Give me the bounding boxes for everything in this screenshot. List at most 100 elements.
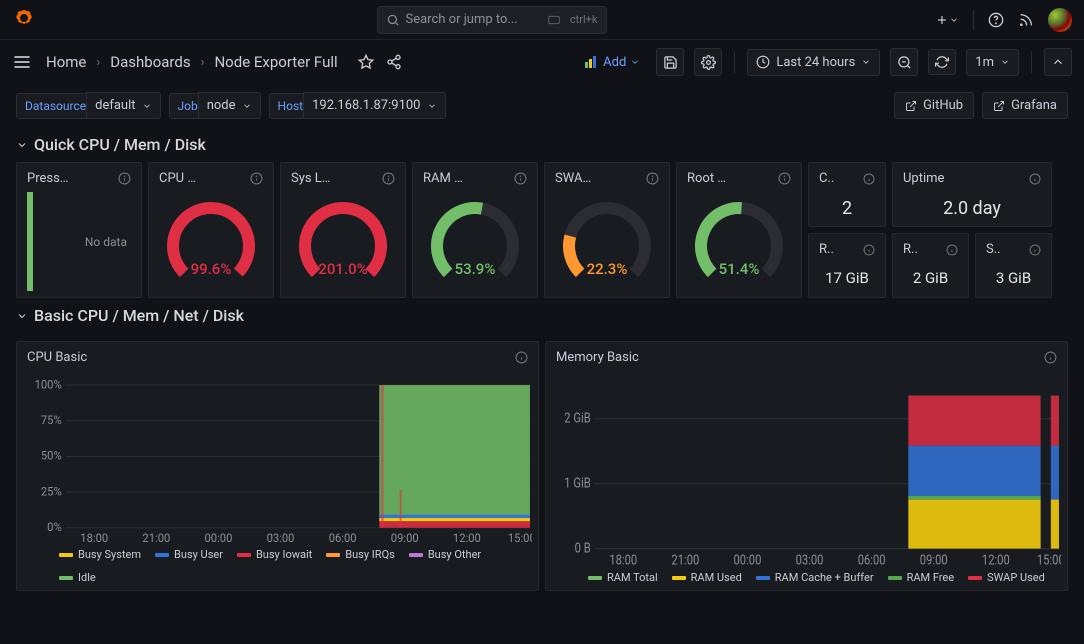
user-avatar[interactable] [1048, 8, 1072, 32]
info-icon [514, 172, 527, 185]
breadcrumb-dashboards[interactable]: Dashboards [110, 53, 190, 71]
legend-item[interactable]: SWAP Used [968, 571, 1045, 584]
refresh-interval-picker[interactable]: 1m [966, 49, 1019, 76]
zoom-out-button[interactable] [890, 48, 918, 76]
no-data-label: No data [85, 235, 135, 249]
external-link-icon [905, 100, 917, 112]
svg-text:0 B: 0 B [575, 541, 591, 556]
kiosk-button[interactable] [1044, 48, 1072, 76]
chevron-right-icon: › [201, 55, 205, 70]
svg-text:09:00: 09:00 [920, 554, 948, 567]
panel-memory-basic[interactable]: Memory Basic 0 B1 GiB2 GiB 18:0021:0000:… [545, 341, 1068, 591]
github-link[interactable]: GitHub [894, 92, 974, 119]
svg-text:09:00: 09:00 [391, 531, 419, 544]
info-icon [946, 244, 958, 256]
breadcrumb-bar: Home › Dashboards › Node Exporter Full A… [0, 40, 1084, 84]
chevron-right-icon: › [96, 55, 100, 70]
chevron-down-icon [16, 139, 28, 151]
chevron-down-icon [861, 57, 871, 67]
legend-item[interactable]: RAM Cache + Buffer [756, 571, 874, 584]
panel-ram-total[interactable]: R.. 17 GiB [808, 233, 886, 298]
star-button[interactable] [358, 54, 374, 70]
info-icon [1029, 173, 1041, 185]
svg-text:1 GiB: 1 GiB [564, 476, 591, 491]
grafana-logo[interactable] [12, 8, 36, 32]
panel-sys-load[interactable]: Sys L… 201.0% [280, 162, 406, 298]
legend-item[interactable]: Idle [59, 571, 96, 584]
svg-text:21:00: 21:00 [671, 554, 699, 567]
panel-swap-total[interactable]: S.. 3 GiB [975, 233, 1052, 298]
chart-cpu-basic: 0%25%50%75%100% 18:0021:0000:0003:0006:0… [23, 371, 532, 544]
bars-icon [585, 56, 599, 68]
legend-item[interactable]: RAM Used [672, 571, 742, 584]
template-variables-row: Datasource default Job node Host 192.168… [0, 84, 1084, 127]
breadcrumb-current[interactable]: Node Exporter Full [214, 53, 337, 71]
svg-text:22.3%: 22.3% [587, 260, 628, 278]
var-datasource-label: Datasource [16, 93, 95, 119]
svg-text:00:00: 00:00 [205, 531, 233, 544]
svg-text:100%: 100% [35, 377, 62, 391]
grafana-link[interactable]: Grafana [982, 92, 1068, 119]
save-button[interactable] [656, 48, 684, 76]
add-menu-button[interactable] [935, 13, 959, 27]
refresh-button[interactable] [928, 49, 956, 75]
svg-text:00:00: 00:00 [734, 554, 762, 567]
gauge-panels-row: Press… No data CPU … 99.6% Sys L… 201.0%… [0, 162, 1084, 298]
panel-cpu-cores[interactable]: C.. 2 [808, 162, 886, 227]
svg-text:0%: 0% [47, 520, 61, 534]
legend-item[interactable]: Busy System [59, 548, 141, 561]
info-icon [863, 244, 875, 256]
svg-text:12:00: 12:00 [982, 554, 1010, 567]
svg-text:75%: 75% [41, 413, 62, 427]
panel-cpu-busy[interactable]: CPU … 99.6% [148, 162, 274, 298]
add-panel-button[interactable]: Add [579, 51, 646, 74]
info-icon [646, 172, 659, 185]
svg-text:15:00: 15:00 [1037, 554, 1061, 567]
var-datasource-select[interactable]: default [86, 92, 160, 119]
svg-text:06:00: 06:00 [858, 554, 886, 567]
var-job-select[interactable]: node [198, 92, 261, 119]
info-icon [515, 351, 528, 364]
svg-text:12:00: 12:00 [453, 531, 481, 544]
legend-item[interactable]: Busy Other [409, 548, 481, 561]
panel-swap-used[interactable]: SWA… 22.3% [544, 162, 670, 298]
panel-ram-used[interactable]: RAM … 53.9% [412, 162, 538, 298]
row-basic-cpu[interactable]: Basic CPU / Mem / Net / Disk [0, 298, 1084, 333]
row-quick-cpu[interactable]: Quick CPU / Mem / Disk [0, 127, 1084, 162]
info-icon [118, 172, 131, 185]
svg-text:18:00: 18:00 [609, 554, 637, 567]
topbar: Search or jump to... ctrl+k [0, 0, 1084, 40]
search-icon [386, 13, 400, 27]
legend-item[interactable]: Busy User [155, 548, 223, 561]
breadcrumb-home[interactable]: Home [46, 53, 86, 71]
legend-item[interactable]: Busy Iowait [237, 548, 312, 561]
var-host-select[interactable]: 192.168.1.87:9100 [303, 92, 445, 119]
svg-text:50%: 50% [41, 448, 62, 462]
svg-text:25%: 25% [41, 484, 62, 498]
time-range-picker[interactable]: Last 24 hours [747, 49, 880, 76]
svg-text:53.9%: 53.9% [455, 260, 496, 278]
panel-root-total[interactable]: R.. 2 GiB [892, 233, 969, 298]
panel-pressure[interactable]: Press… No data [16, 162, 142, 298]
help-button[interactable] [988, 12, 1004, 28]
share-button[interactable] [386, 54, 402, 70]
legend-item[interactable]: Busy IRQs [326, 548, 395, 561]
legend-memory-basic: RAM Total RAM Used RAM Cache + Buffer RAM F… [552, 567, 1061, 586]
svg-text:51.4%: 51.4% [719, 260, 760, 278]
info-icon [1044, 351, 1057, 364]
legend-item[interactable]: RAM Free [888, 571, 955, 584]
settings-button[interactable] [694, 48, 722, 76]
panel-cpu-basic[interactable]: CPU Basic 0%25%50%75%100% 18:0021:0000:0… [16, 341, 539, 591]
info-icon [778, 172, 791, 185]
legend-item[interactable]: RAM Total [588, 571, 658, 584]
info-icon [250, 172, 263, 185]
chevron-down-icon [16, 310, 28, 322]
external-link-icon [993, 100, 1005, 112]
news-button[interactable] [1018, 12, 1034, 28]
panel-uptime[interactable]: Uptime 2.0 day [892, 162, 1052, 227]
menu-toggle[interactable] [12, 52, 32, 72]
search-input[interactable]: Search or jump to... ctrl+k [377, 6, 607, 34]
chart-memory-basic: 0 B1 GiB2 GiB 18:0021:0000:0003:0006:000… [552, 371, 1061, 567]
svg-text:06:00: 06:00 [329, 531, 357, 544]
panel-root-fs[interactable]: Root … 51.4% [676, 162, 802, 298]
